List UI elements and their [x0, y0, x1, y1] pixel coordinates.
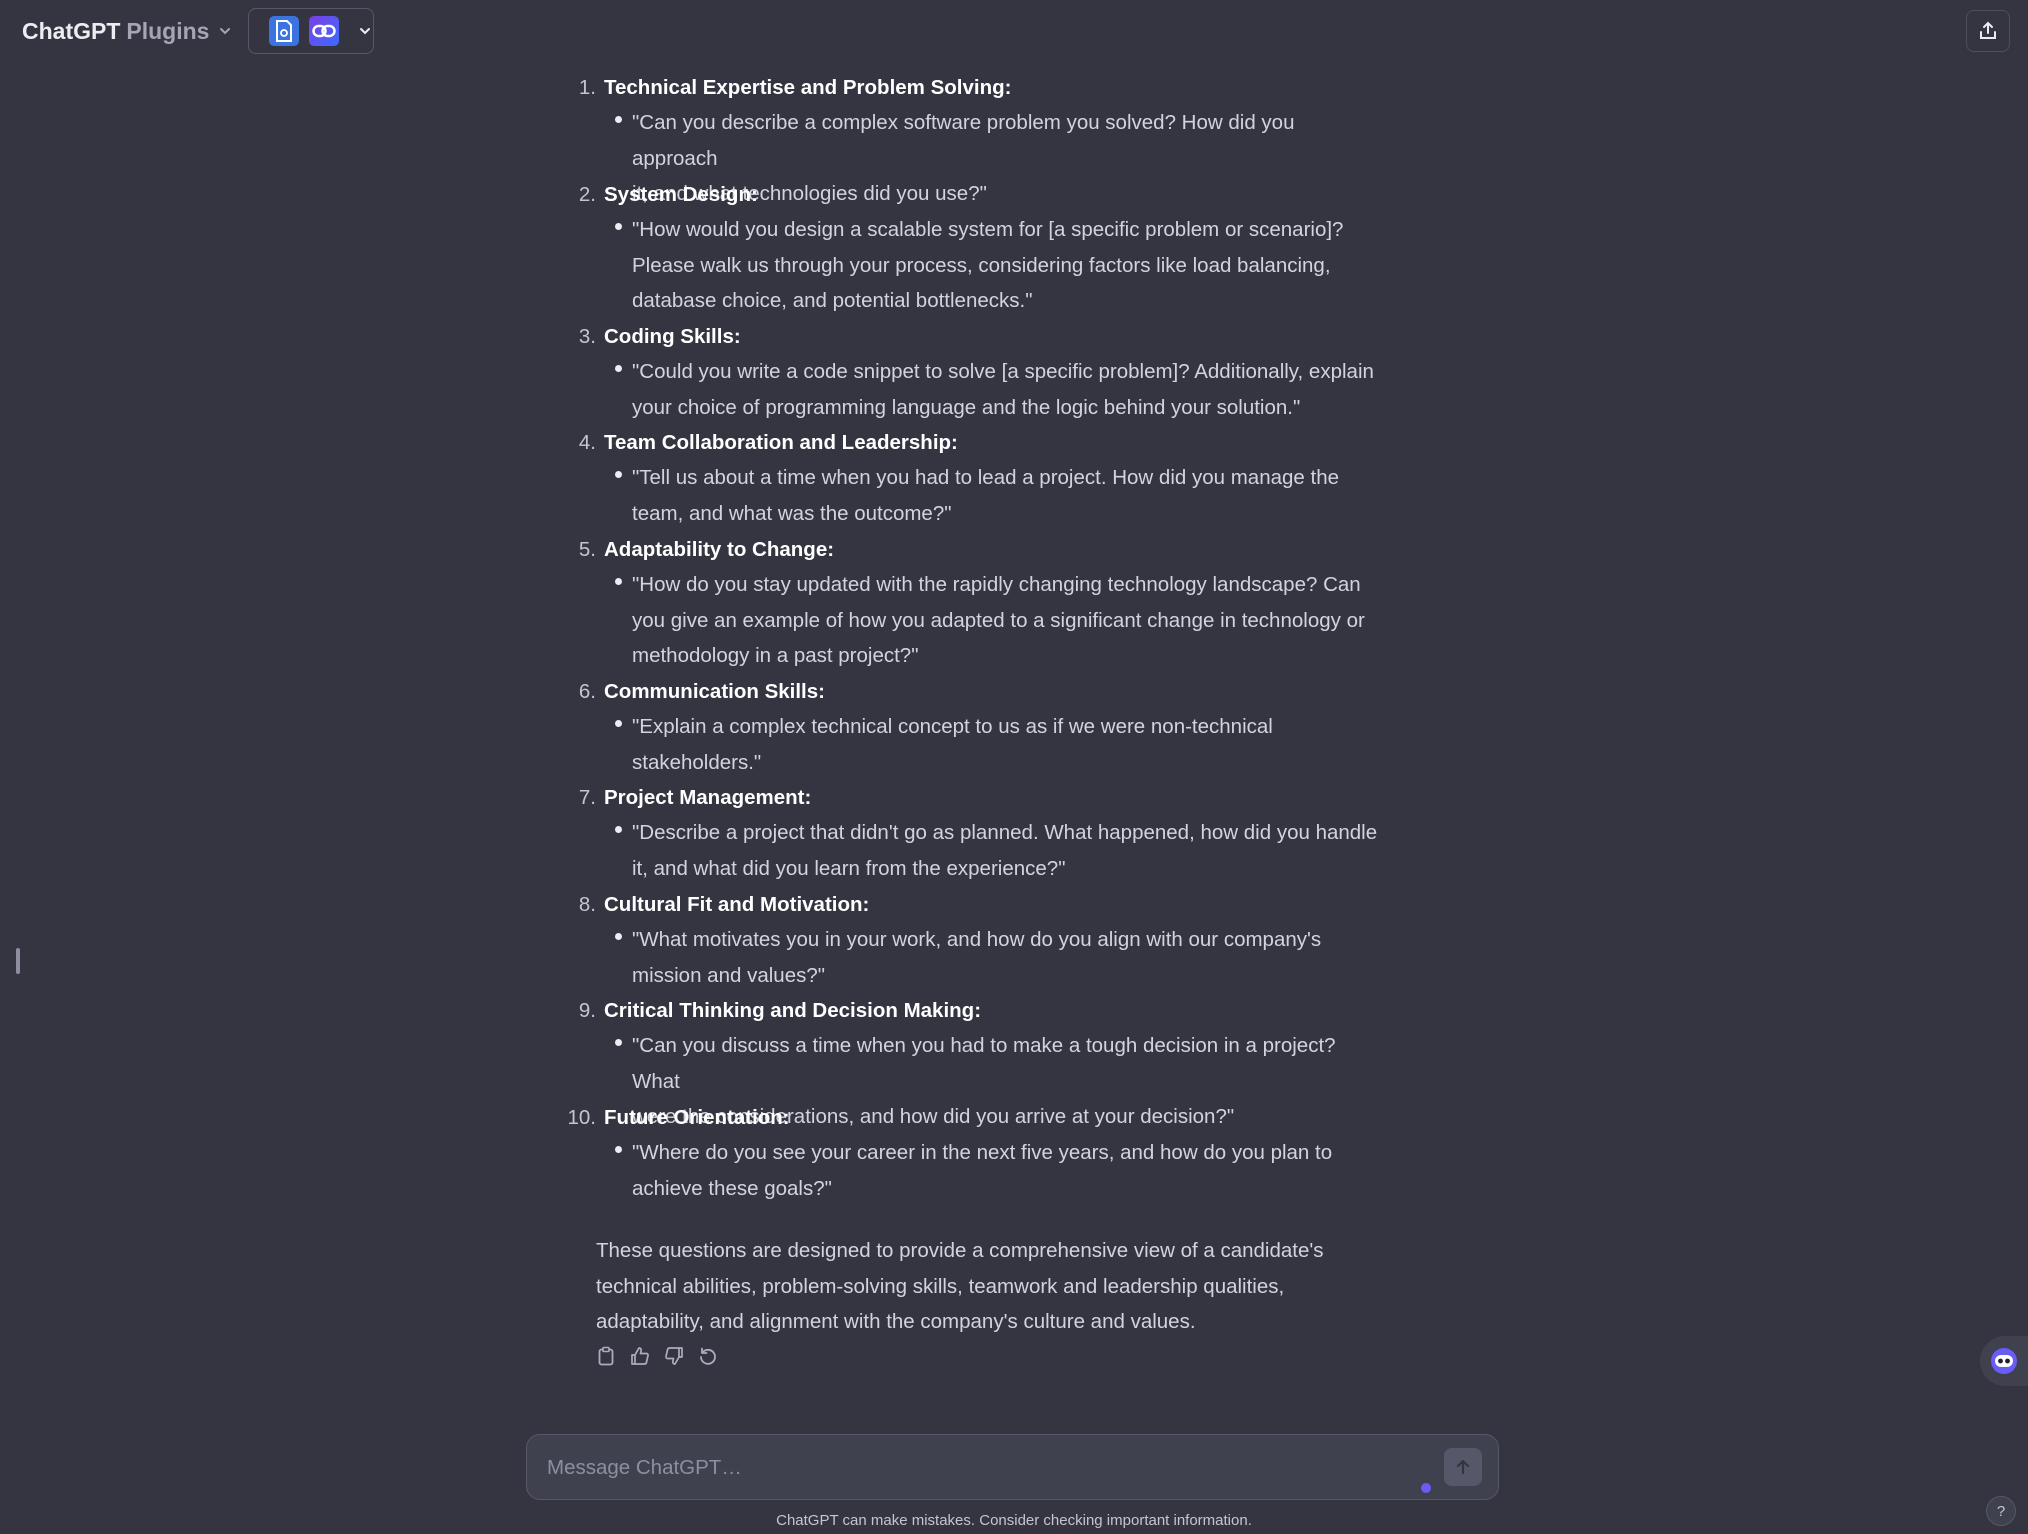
question-text: "Explain a complex technical concept to … [632, 715, 1273, 774]
model-variant: Plugins [126, 17, 210, 44]
question-text: "How would you design a scalable system … [632, 218, 1344, 312]
bullet-icon [615, 223, 622, 230]
thumbs-down-icon [665, 1347, 683, 1365]
list-number: 3. [578, 325, 596, 348]
document-plugin-icon [269, 16, 299, 46]
bullet-icon [615, 720, 622, 727]
question-title: Communication Skills: [604, 680, 825, 703]
share-button[interactable] [1966, 10, 2010, 52]
list-number: 4. [578, 431, 596, 454]
list-number: 2. [578, 183, 596, 206]
thumbs-down-button[interactable] [664, 1346, 684, 1366]
bullet-icon [615, 365, 622, 372]
question-title: Critical Thinking and Decision Making: [604, 999, 982, 1022]
model-selector[interactable]: ChatGPT Plugins [22, 14, 231, 48]
list-number: 1. [578, 76, 596, 99]
regenerate-icon [700, 1347, 716, 1365]
question-text: "Tell us about a time when you had to le… [632, 466, 1339, 525]
send-button[interactable] [1444, 1448, 1482, 1486]
copy-button[interactable] [596, 1346, 616, 1366]
question-text: "Could you write a code snippet to solve… [632, 360, 1374, 419]
message-composer [526, 1434, 1499, 1501]
copy-icon [598, 1346, 614, 1366]
sidebar-toggle-handle[interactable] [16, 948, 20, 974]
regenerate-button[interactable] [698, 1346, 718, 1366]
bullet-icon [615, 116, 622, 123]
list-number: 9. [578, 999, 596, 1022]
question-title: Team Collaboration and Leadership: [604, 431, 958, 454]
list-number: 5. [578, 538, 596, 561]
question-title: Project Management: [604, 786, 812, 809]
question-title: Adaptability to Change: [604, 538, 835, 561]
thumbs-up-icon [631, 1347, 649, 1365]
disclaimer-text: ChatGPT can make mistakes. Consider chec… [776, 1512, 1252, 1529]
model-name: ChatGPT [22, 17, 121, 44]
question-title: Technical Expertise and Problem Solving: [604, 76, 1012, 99]
question-title: Future Orientation: [604, 1106, 790, 1129]
list-number: 7. [578, 786, 596, 809]
link-plugin-icon [309, 16, 339, 46]
list-number: 8. [578, 893, 596, 916]
bullet-icon [615, 578, 622, 585]
message-input[interactable] [545, 1435, 1409, 1501]
chevron-down-icon [220, 28, 231, 35]
bullet-icon [615, 826, 622, 833]
question-title: Cultural Fit and Motivation: [604, 893, 870, 916]
enabled-plugins-selector[interactable] [248, 8, 374, 54]
share-icon [1980, 21, 1996, 39]
question-title: System Design: [604, 183, 758, 206]
bullet-icon [615, 471, 622, 478]
summary-paragraph: These questions are designed to provide … [596, 1239, 1324, 1333]
status-indicator-dot [1421, 1483, 1431, 1493]
question-title: Coding Skills: [604, 325, 741, 348]
arrow-up-icon [1456, 1459, 1470, 1475]
thumbs-up-button[interactable] [630, 1346, 650, 1366]
floating-assistant-button[interactable] [1980, 1336, 2028, 1386]
top-bar: ChatGPT Plugins [0, 0, 2028, 62]
message-actions [596, 1346, 718, 1366]
help-button[interactable]: ? [1986, 1496, 2016, 1526]
bullet-icon [615, 1039, 622, 1046]
bullet-icon [615, 1146, 622, 1153]
bullet-icon [615, 933, 622, 940]
chevron-down-icon [360, 28, 370, 35]
list-number: 6. [578, 680, 596, 703]
robot-face-icon [1991, 1348, 2017, 1374]
question-text: "Describe a project that didn't go as pl… [632, 821, 1378, 880]
question-text: "Where do you see your career in the nex… [632, 1141, 1333, 1200]
list-number: 10. [567, 1106, 597, 1129]
question-text: "What motivates you in your work, and ho… [632, 928, 1322, 987]
question-text: "How do you stay updated with the rapidl… [632, 573, 1365, 667]
